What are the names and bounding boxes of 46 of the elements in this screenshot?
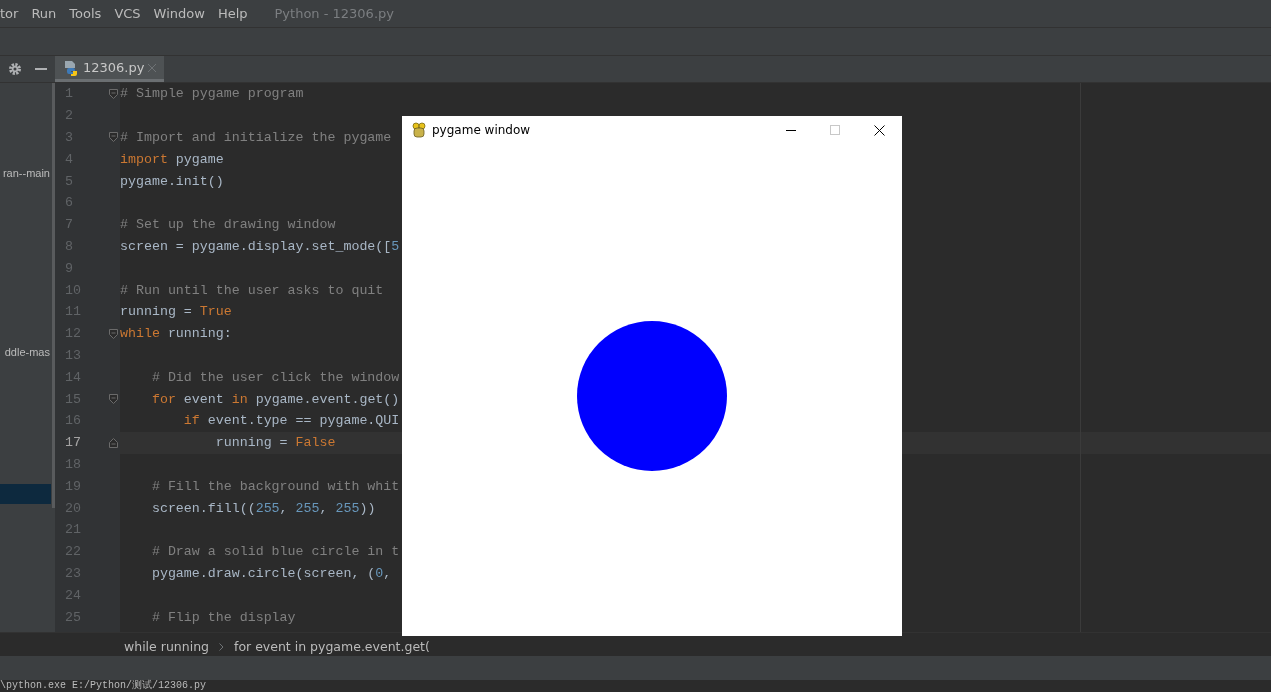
code-line: # Fill the background with whit — [150, 478, 400, 494]
code-line: pygame.draw.circle(screen, (0, — [150, 565, 393, 581]
code-line: running = False — [214, 435, 336, 451]
code-line: # Import and initialize the pygame — [120, 130, 392, 145]
line-number: 17 — [64, 435, 82, 451]
minimize-icon[interactable] — [786, 129, 796, 131]
menu-item[interactable]: tor — [0, 6, 19, 21]
code-line: screen = pygame.display.set_mode([5 — [120, 238, 400, 254]
project-tree-item[interactable]: ran--main — [2, 167, 50, 179]
close-icon[interactable] — [874, 124, 885, 136]
code-line: while running: — [120, 326, 232, 342]
selected-row — [0, 484, 51, 504]
snake-icon — [411, 122, 427, 138]
code-line: for event in pygame.event.get() — [150, 391, 400, 407]
menu-item[interactable]: Window — [153, 6, 205, 21]
fold-marker-icon[interactable] — [109, 132, 118, 143]
menu-item[interactable]: Run — [31, 6, 57, 21]
code-line: # Did the user click the window — [150, 369, 400, 385]
fold-marker-icon[interactable] — [109, 88, 118, 99]
code-line: # Run until the user asks to quit — [120, 282, 384, 298]
fold-marker-icon[interactable] — [109, 328, 118, 339]
python-file-icon — [63, 59, 79, 76]
menu-item[interactable]: VCS — [114, 6, 141, 21]
menu-item[interactable]: Help — [217, 6, 248, 21]
console-line: \python.exe E:/Python/测试/12306.py — [0, 680, 207, 691]
code-line: pygame.init() — [120, 173, 224, 189]
project-tree-item[interactable]: ddle-mas — [4, 346, 50, 358]
code-line: # Draw a solid blue circle in t — [150, 544, 400, 560]
code-line: import pygame — [120, 151, 224, 167]
breadcrumb-item[interactable]: while running — [124, 639, 209, 654]
menu-item[interactable]: Tools — [69, 6, 102, 21]
code-line: # Flip the display — [150, 609, 296, 625]
code-line: # Set up the drawing window — [120, 217, 336, 233]
code-line: # Simple pygame program — [120, 86, 304, 102]
fold-marker-icon[interactable] — [109, 437, 118, 448]
code-line: running = True — [120, 304, 232, 320]
window-title: Python - 12306.py — [274, 6, 394, 21]
maximize-icon[interactable] — [830, 125, 840, 135]
code-line: screen.fill((255, 255, 255)) — [150, 500, 376, 516]
chevron-icon — [219, 642, 224, 651]
fold-marker-icon[interactable] — [109, 394, 118, 405]
settings-icon[interactable] — [8, 62, 23, 76]
code-line: if event.type == pygame.QUI — [182, 413, 400, 429]
file-tab[interactable]: 12306.py — [55, 56, 165, 82]
breadcrumb-item[interactable]: for event in pygame.event.get( — [234, 639, 430, 654]
window-title: pygame window — [432, 123, 532, 137]
